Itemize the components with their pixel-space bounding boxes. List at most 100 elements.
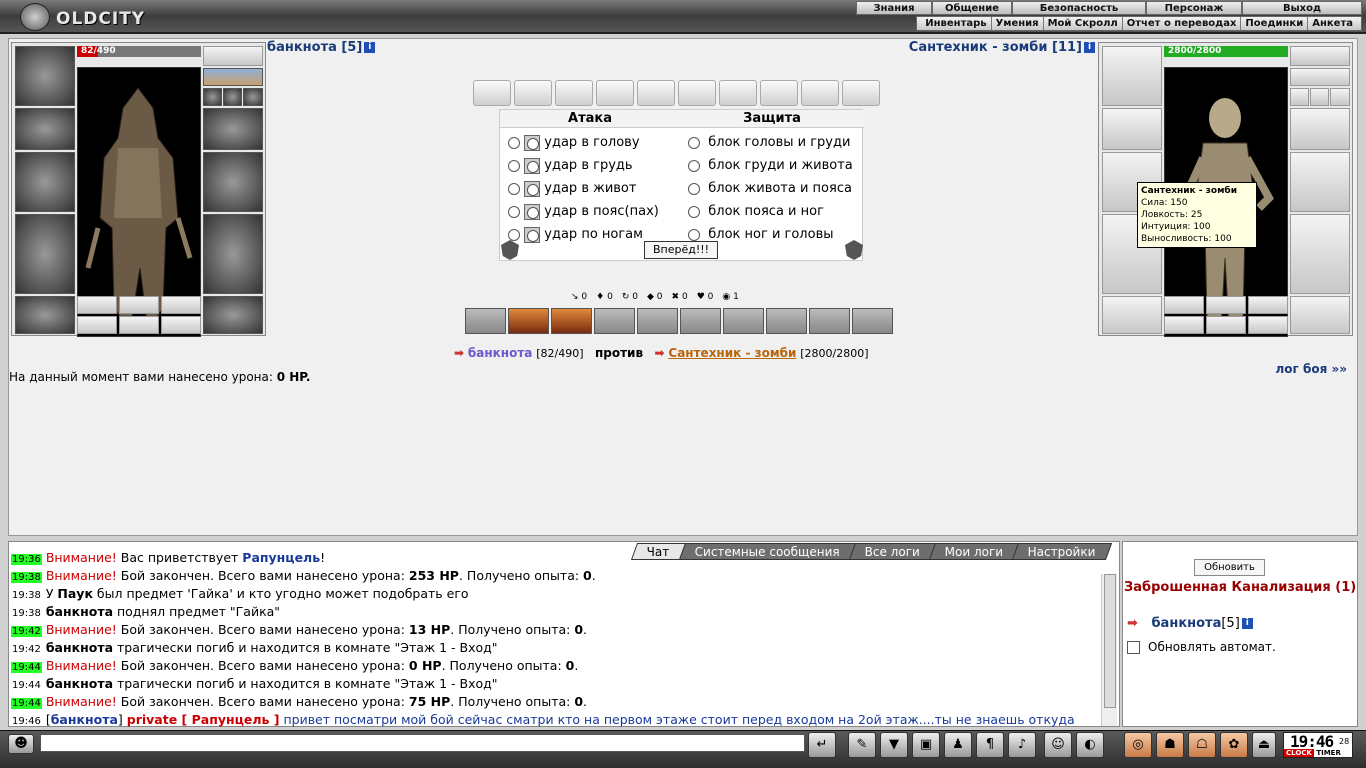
necklace-slot[interactable] [203, 68, 263, 86]
belt-slot[interactable] [1102, 296, 1162, 334]
scroll-slot[interactable] [555, 80, 593, 106]
attack-radio[interactable] [508, 228, 520, 241]
defense-option[interactable]: блок головы и груди [688, 132, 850, 154]
attack-option[interactable]: удар в голову [508, 132, 640, 154]
info-icon[interactable]: i [1241, 618, 1253, 629]
ring-slot-3[interactable] [243, 88, 263, 106]
scroll-slot[interactable] [719, 80, 757, 106]
chat-timestamp[interactable]: 19:44 [11, 680, 42, 691]
attack-radio-alt[interactable] [524, 226, 541, 243]
menu-character[interactable]: Персонаж [1146, 1, 1242, 15]
pants-slot[interactable] [203, 214, 263, 294]
attack-radio[interactable] [508, 182, 520, 195]
mask-icon[interactable]: ☗ [1156, 732, 1184, 758]
rune-slot-2[interactable] [1206, 296, 1246, 314]
chat-timestamp[interactable]: 19:42 [11, 626, 42, 637]
helmet-slot[interactable] [15, 46, 75, 106]
offhand-slot[interactable] [1290, 152, 1350, 212]
attack-option[interactable]: удар в пояс(пах) [508, 201, 659, 223]
chat-timestamp[interactable]: 19:44 [11, 662, 42, 673]
amulet-slot[interactable] [1290, 46, 1350, 66]
bracers-slot[interactable] [15, 108, 75, 150]
chat-scrollbar[interactable] [1101, 574, 1117, 726]
gloves-slot[interactable] [203, 108, 263, 150]
chat-timestamp[interactable]: 19:36 [11, 554, 42, 565]
skill-4[interactable] [637, 308, 678, 334]
exit-icon[interactable]: ⏏ [1252, 732, 1276, 758]
save-icon[interactable]: ▣ [912, 732, 940, 758]
filter-icon[interactable]: ▼ [880, 732, 908, 758]
rune-slot-6[interactable] [1248, 316, 1288, 334]
menu-exit[interactable]: Выход [1242, 1, 1362, 15]
rune-slot-3[interactable] [1248, 296, 1288, 314]
attack-radio[interactable] [508, 205, 520, 218]
rune-slot-3[interactable] [161, 296, 201, 314]
rune-slot-1[interactable] [1164, 296, 1204, 314]
speaker-icon[interactable]: ☻ [8, 734, 34, 754]
ring-slot-3[interactable] [1330, 88, 1350, 106]
attack-option[interactable]: удар в живот [508, 178, 636, 200]
auto-refresh[interactable]: Обновлять автомат. [1127, 640, 1276, 654]
defense-radio[interactable] [688, 228, 700, 241]
chat-timestamp[interactable]: 19:44 [11, 698, 42, 709]
translit-icon[interactable]: ¶ [976, 732, 1004, 758]
rune-slot-1[interactable] [77, 296, 117, 314]
defense-option[interactable]: блок живота и пояса [688, 178, 852, 200]
gloves-slot[interactable] [1290, 108, 1350, 150]
attack-option[interactable]: удар по ногам [508, 224, 643, 246]
defense-option[interactable]: блок пояса и ног [688, 201, 824, 223]
scrollbar-thumb[interactable] [1104, 574, 1116, 708]
necklace-slot[interactable] [1290, 68, 1350, 86]
scroll-slot[interactable] [801, 80, 839, 106]
rune-slot-5[interactable] [119, 316, 159, 334]
pants-slot[interactable] [1290, 214, 1350, 294]
attack-option[interactable]: удар в грудь [508, 155, 633, 177]
auto-refresh-checkbox[interactable] [1127, 641, 1140, 654]
scroll-slot[interactable] [678, 80, 716, 106]
music-icon[interactable]: ♪ [1008, 732, 1036, 758]
chat-text[interactable]: банкнота [51, 712, 118, 727]
enemy-name-header[interactable]: Сантехник - зомби [11] i [909, 40, 1095, 55]
scroll-slot[interactable] [637, 80, 675, 106]
scroll-slot[interactable] [473, 80, 511, 106]
defense-radio[interactable] [688, 159, 700, 172]
skill-fire[interactable] [508, 308, 549, 334]
rune-slot-2[interactable] [119, 296, 159, 314]
defense-radio[interactable] [688, 182, 700, 195]
player-name-header[interactable]: банкнота [5] i [267, 40, 376, 55]
send-icon[interactable]: ↵ [808, 732, 836, 758]
logo[interactable]: OLDCITY [10, 3, 170, 31]
menu-security[interactable]: Безопасность [1012, 1, 1146, 15]
skill-shield[interactable] [465, 308, 506, 334]
skill-6[interactable] [723, 308, 764, 334]
submenu-my-scroll[interactable]: Мой Скролл [1044, 17, 1123, 30]
submenu-skills[interactable]: Умения [992, 17, 1044, 30]
scroll-slot[interactable] [842, 80, 880, 106]
info-icon[interactable]: i [1084, 42, 1095, 53]
skill-9[interactable] [852, 308, 893, 334]
eraser-icon[interactable]: ✎ [848, 732, 876, 758]
menu-knowledge[interactable]: Знания [856, 1, 932, 15]
run-icon[interactable]: ♟ [944, 732, 972, 758]
attack-radio-alt[interactable] [524, 180, 541, 197]
player-name[interactable]: банкнота [267, 40, 337, 55]
bracers-slot[interactable] [1102, 108, 1162, 150]
amulet-slot[interactable] [203, 46, 263, 66]
submenu-transfers[interactable]: Отчет о переводах [1123, 17, 1242, 30]
weapon-slot[interactable] [15, 152, 75, 212]
chat-text[interactable]: Рапунцель [242, 550, 320, 565]
armor-slot[interactable] [15, 214, 75, 294]
attack-radio[interactable] [508, 159, 520, 172]
rune-slot-4[interactable] [1164, 316, 1204, 334]
skill-8[interactable] [809, 308, 850, 334]
battle-log-link[interactable]: лог боя »» [1276, 362, 1348, 376]
chat-timestamp[interactable]: 19:38 [11, 608, 42, 619]
rune-slot-6[interactable] [161, 316, 201, 334]
skill-heart[interactable] [551, 308, 592, 334]
scroll-slot[interactable] [514, 80, 552, 106]
refresh-button[interactable]: Обновить [1194, 559, 1265, 576]
bag-icon[interactable]: ◎ [1124, 732, 1152, 758]
skill-5[interactable] [680, 308, 721, 334]
defense-radio[interactable] [688, 136, 700, 149]
go-button[interactable]: Вперёд!!! [644, 241, 718, 259]
